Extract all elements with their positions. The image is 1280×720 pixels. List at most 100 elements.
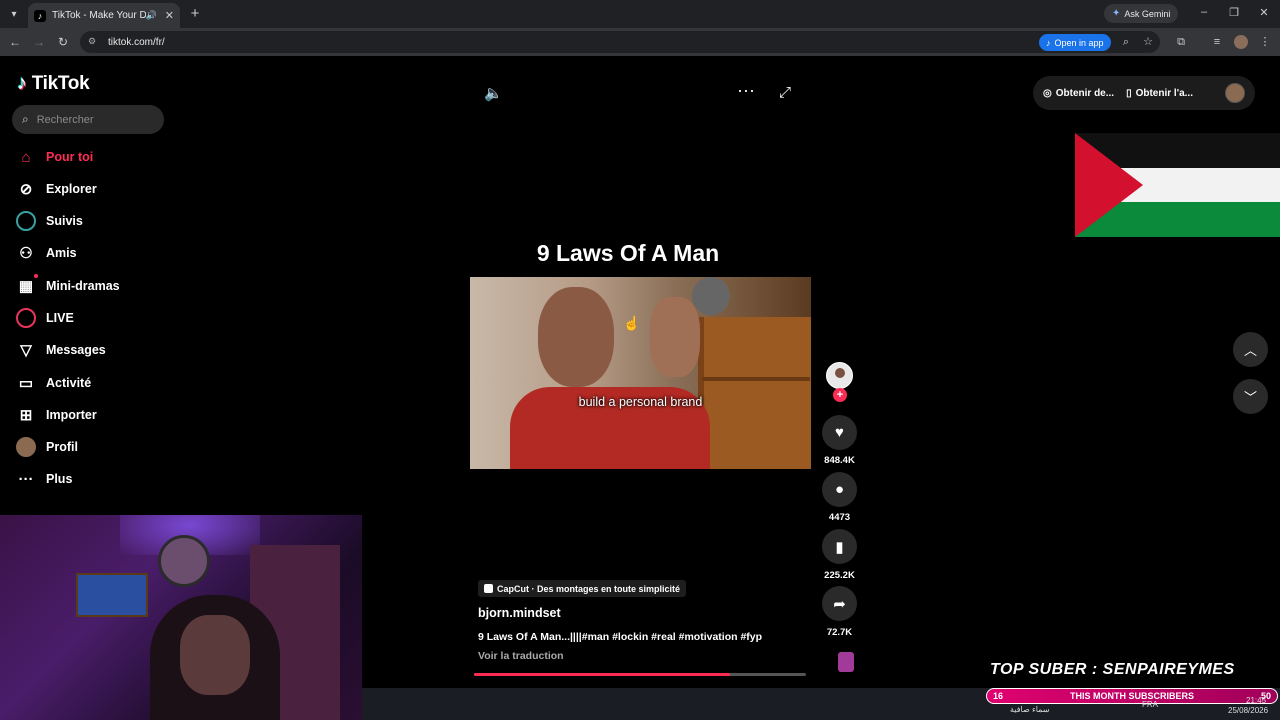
video-progress-fill — [474, 673, 730, 676]
tiktok-logo[interactable]: ♪ TikTok — [17, 72, 90, 95]
notification-dot — [34, 274, 38, 278]
subscribers-label: THIS MONTH SUBSCRIBERS — [1069, 691, 1194, 701]
compass-icon: ⊘ — [19, 181, 33, 198]
sidebar-item-profil[interactable]: Profil — [16, 435, 78, 459]
webcam-overlay — [0, 515, 362, 720]
weather-text: سماء صافية — [1010, 705, 1050, 714]
sidebar-item-label: LIVE — [46, 311, 74, 325]
maximize-icon[interactable]: ❐ — [1226, 6, 1242, 19]
address-bar[interactable]: ⚙ tiktok.com/fr/ — [80, 31, 1160, 53]
sidebar-item-activite[interactable]: ▭ Activité — [16, 371, 91, 395]
sidebar-item-plus[interactable]: ··· Plus — [16, 467, 73, 491]
music-disc-icon[interactable] — [838, 652, 854, 672]
header-actions: ◎ Obtenir de... ▯ Obtenir l'a... — [1033, 76, 1255, 110]
bookmark-star-icon[interactable]: ☆ — [1141, 35, 1155, 49]
video-description: 9 Laws Of A Man...||||#man #lockin #real… — [478, 631, 763, 643]
browser-menu-icon[interactable]: ⋮ — [1258, 35, 1272, 49]
volume-icon[interactable]: 🔈 — [484, 84, 503, 102]
home-icon: ⌂ — [21, 148, 31, 166]
sidebar-item-explorer[interactable]: ⊘ Explorer — [16, 177, 97, 201]
close-window-icon[interactable]: ✕ — [1256, 6, 1272, 19]
sidebar-item-label: Messages — [46, 343, 106, 357]
site-info-icon[interactable]: ⚙ — [88, 36, 100, 48]
save-count: 225.2K — [824, 570, 855, 581]
share-button[interactable]: ➦ — [822, 586, 857, 621]
previous-video-chevron-up-icon[interactable]: ︿ — [1233, 332, 1268, 367]
user-avatar[interactable] — [1225, 83, 1245, 103]
back-arrow-icon[interactable]: ← — [6, 33, 24, 51]
author-name[interactable]: bjorn.mindset — [478, 606, 561, 620]
media-controls-icon[interactable]: ≡ — [1210, 35, 1224, 49]
get-coins-label: Obtenir de... — [1055, 87, 1115, 99]
comment-count: 4473 — [828, 512, 851, 523]
minimize-icon[interactable]: – — [1196, 6, 1212, 18]
extensions-icon[interactable]: ⧉ — [1174, 35, 1188, 49]
sidebar-item-label: Plus — [46, 472, 73, 486]
sidebar-item-pour-toi[interactable]: ⌂ Pour toi — [16, 145, 93, 169]
open-in-app-label: Open in app — [1054, 37, 1104, 48]
tab-audio-icon[interactable]: 🔊 — [146, 10, 157, 21]
video-title: 9 Laws Of A Man — [536, 240, 720, 266]
get-app-button[interactable]: ▯ Obtenir l'a... — [1126, 88, 1193, 99]
next-video-chevron-down-icon[interactable]: ﹀ — [1233, 379, 1268, 414]
ask-gemini-button[interactable]: ✦ Ask Gemini — [1104, 4, 1179, 23]
get-app-label: Obtenir l'a... — [1135, 87, 1193, 99]
capcut-label: CapCut · Des montages en toute simplicit… — [497, 583, 681, 594]
subscribers-current: 16 — [993, 691, 1004, 701]
keyboard-language[interactable]: FRA — [1142, 700, 1158, 709]
live-icon — [16, 308, 36, 328]
sidebar-item-suivis[interactable]: Suivis — [16, 209, 83, 233]
tab-close-icon[interactable]: ✕ — [165, 9, 174, 22]
share-count: 72.7K — [826, 627, 853, 638]
new-tab-button[interactable]: + — [186, 5, 204, 23]
brand-name: TikTok — [31, 72, 90, 94]
like-button[interactable]: ♥ — [822, 415, 857, 450]
tab-title: TikTok - Make Your Day — [52, 10, 146, 21]
tiktok-favicon-icon: ♪ — [34, 9, 46, 22]
sidebar-item-label: Mini-dramas — [46, 279, 120, 293]
browser-profile-avatar[interactable] — [1234, 35, 1248, 49]
zoom-icon[interactable]: ⌕ — [1119, 35, 1133, 49]
open-in-app-button[interactable]: ♪ Open in app — [1039, 34, 1111, 51]
paper-plane-icon: ▽ — [20, 342, 32, 359]
capcut-tag[interactable]: CapCut · Des montages en toute simplicit… — [478, 580, 687, 597]
forward-arrow-icon[interactable]: → — [30, 33, 48, 51]
sidebar-item-live[interactable]: LIVE — [16, 306, 74, 330]
creator-avatar-head — [835, 368, 845, 378]
video-frame[interactable]: build a personal brand — [470, 277, 811, 469]
webcam-wall-clock — [158, 535, 210, 587]
creator-avatar[interactable] — [826, 362, 853, 389]
sidebar-item-importer[interactable]: ⊞ Importer — [16, 403, 97, 427]
comment-bubble-icon: ● — [834, 481, 845, 498]
capcut-icon — [484, 584, 493, 593]
clock-time[interactable]: 21:45 — [1246, 696, 1266, 705]
sidebar-item-amis[interactable]: ⚇ Amis — [16, 241, 76, 265]
video-progress-bar[interactable] — [474, 673, 806, 676]
sidebar-item-label: Suivis — [46, 214, 83, 228]
more-options-icon[interactable]: ··· — [737, 80, 755, 101]
clock-date[interactable]: 25/08/2026 — [1228, 706, 1268, 715]
reload-icon[interactable]: ↻ — [54, 33, 72, 51]
fullscreen-icon[interactable]: ⤢ — [779, 84, 791, 101]
browser-tab-bar: ▾ ♪ TikTok - Make Your Day 🔊 ✕ + ✦ Ask G… — [0, 0, 1280, 28]
get-coins-button[interactable]: ◎ Obtenir de... — [1043, 88, 1114, 99]
tab-list-chevron-icon[interactable]: ▾ — [4, 4, 24, 24]
gemini-sparkle-icon: ✦ — [1112, 8, 1121, 19]
sidebar-item-label: Pour toi — [46, 150, 94, 164]
phone-icon: ▯ — [1126, 87, 1132, 99]
subscribers-goal-bar: 16 THIS MONTH SUBSCRIBERS 50 — [986, 688, 1278, 704]
sidebar-item-label: Importer — [46, 408, 97, 422]
see-translation-link[interactable]: Voir la traduction — [478, 650, 564, 662]
url-text: tiktok.com/fr/ — [108, 36, 165, 48]
screen: ▾ ♪ TikTok - Make Your Day 🔊 ✕ + ✦ Ask G… — [0, 0, 1280, 720]
sidebar-item-messages[interactable]: ▽ Messages — [16, 338, 106, 362]
film-icon: ▦ — [16, 274, 38, 296]
search-input[interactable]: ⌕ Rechercher — [12, 105, 164, 134]
webcam-poster — [76, 573, 148, 617]
browser-tab[interactable]: ♪ TikTok - Make Your Day 🔊 ✕ — [28, 3, 180, 28]
save-button[interactable]: ▮ — [822, 529, 857, 564]
comment-button[interactable]: ● — [822, 472, 857, 507]
sidebar-item-mini-dramas[interactable]: ▦ Mini-dramas — [16, 274, 120, 298]
follow-plus-button[interactable]: + — [833, 388, 847, 402]
coin-icon: ◎ — [1043, 87, 1052, 99]
